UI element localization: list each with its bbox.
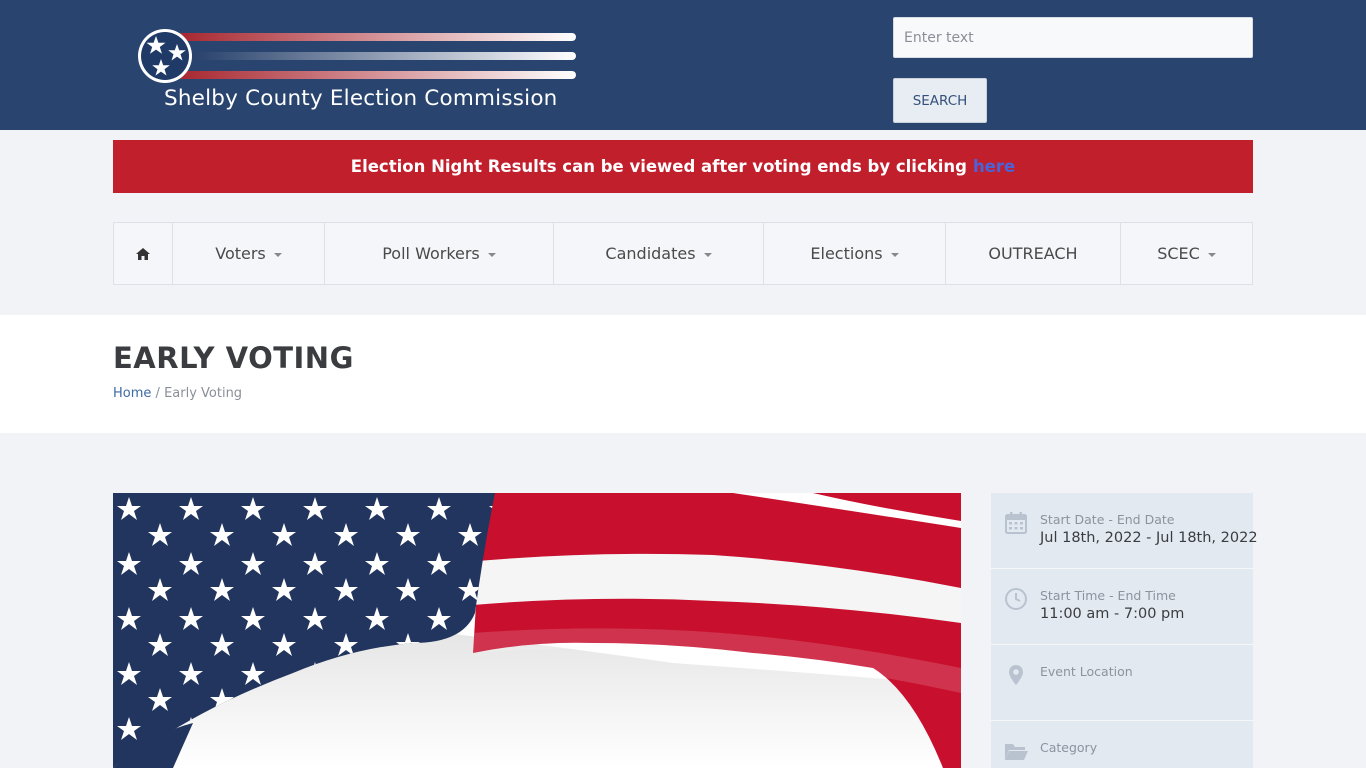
chevron-down-icon <box>890 252 899 257</box>
site-header: Shelby County Election Commission SEARCH <box>0 0 1366 130</box>
banner-message: Election Night Results can be viewed aft… <box>350 157 967 176</box>
nav-label-poll-workers: Poll Workers <box>382 244 480 263</box>
chevron-down-icon <box>273 252 282 257</box>
search-input[interactable] <box>893 17 1253 58</box>
chevron-down-icon <box>703 252 712 257</box>
event-time-value: 11:00 am - 7:00 pm <box>1040 606 1185 622</box>
folder-icon <box>1005 744 1028 760</box>
home-icon <box>136 247 150 260</box>
chevron-down-icon <box>487 252 496 257</box>
nav-item-elections[interactable]: Elections <box>764 223 946 284</box>
nav-label-scec: SCEC <box>1157 244 1200 263</box>
event-location-item: Event Location <box>991 645 1253 721</box>
election-results-banner: Election Night Results can be viewed aft… <box>113 140 1253 193</box>
nav-label-outreach: OUTREACH <box>988 244 1078 263</box>
breadcrumb-current: Early Voting <box>164 386 243 401</box>
clock-icon <box>1005 588 1027 610</box>
breadcrumb: Home / Early Voting <box>113 386 242 401</box>
page-title-band: EARLY VOTING Home / Early Voting <box>0 315 1366 433</box>
event-category-item: Category <box>991 721 1253 768</box>
chevron-down-icon <box>1207 252 1216 257</box>
american-flag-image <box>113 493 961 768</box>
nav-label-voters: Voters <box>215 244 266 263</box>
nav-item-poll-workers[interactable]: Poll Workers <box>325 223 554 284</box>
event-date-item: Start Date - End Date Jul 18th, 2022 - J… <box>991 493 1258 569</box>
map-pin-icon <box>1009 665 1023 685</box>
results-link[interactable]: here <box>973 157 1015 176</box>
search-button[interactable]: SEARCH <box>893 78 987 123</box>
site-logo[interactable]: Shelby County Election Commission <box>137 26 579 116</box>
nav-item-voters[interactable]: Voters <box>173 223 325 284</box>
breadcrumb-home-link[interactable]: Home <box>113 386 151 401</box>
nav-item-outreach[interactable]: OUTREACH <box>946 223 1121 284</box>
nav-item-scec[interactable]: SCEC <box>1121 223 1252 284</box>
event-category-label: Category <box>1040 740 1098 755</box>
page-title: EARLY VOTING <box>113 341 354 375</box>
tennessee-stars-logo-icon <box>138 29 576 83</box>
main-navigation: Voters Poll Workers Candidates Elections… <box>113 222 1253 285</box>
event-location-label: Event Location <box>1040 664 1133 679</box>
event-date-label: Start Date - End Date <box>1040 512 1175 527</box>
nav-label-candidates: Candidates <box>605 244 696 263</box>
event-details-sidebar: Start Date - End Date Jul 18th, 2022 - J… <box>991 493 1258 768</box>
event-time-item: Start Time - End Time 11:00 am - 7:00 pm <box>991 569 1253 645</box>
calendar-icon <box>1005 512 1027 534</box>
nav-label-elections: Elections <box>810 244 883 263</box>
event-date-value: Jul 18th, 2022 - Jul 18th, 2022 <box>1040 530 1258 546</box>
breadcrumb-separator: / <box>155 386 160 401</box>
event-time-label: Start Time - End Time <box>1040 588 1176 603</box>
event-image-american-flag <box>113 493 961 768</box>
logo-text: Shelby County Election Commission <box>164 86 558 111</box>
nav-item-candidates[interactable]: Candidates <box>554 223 764 284</box>
banner-text: Election Night Results can be viewed aft… <box>351 157 1015 176</box>
nav-item-home[interactable] <box>114 223 173 284</box>
